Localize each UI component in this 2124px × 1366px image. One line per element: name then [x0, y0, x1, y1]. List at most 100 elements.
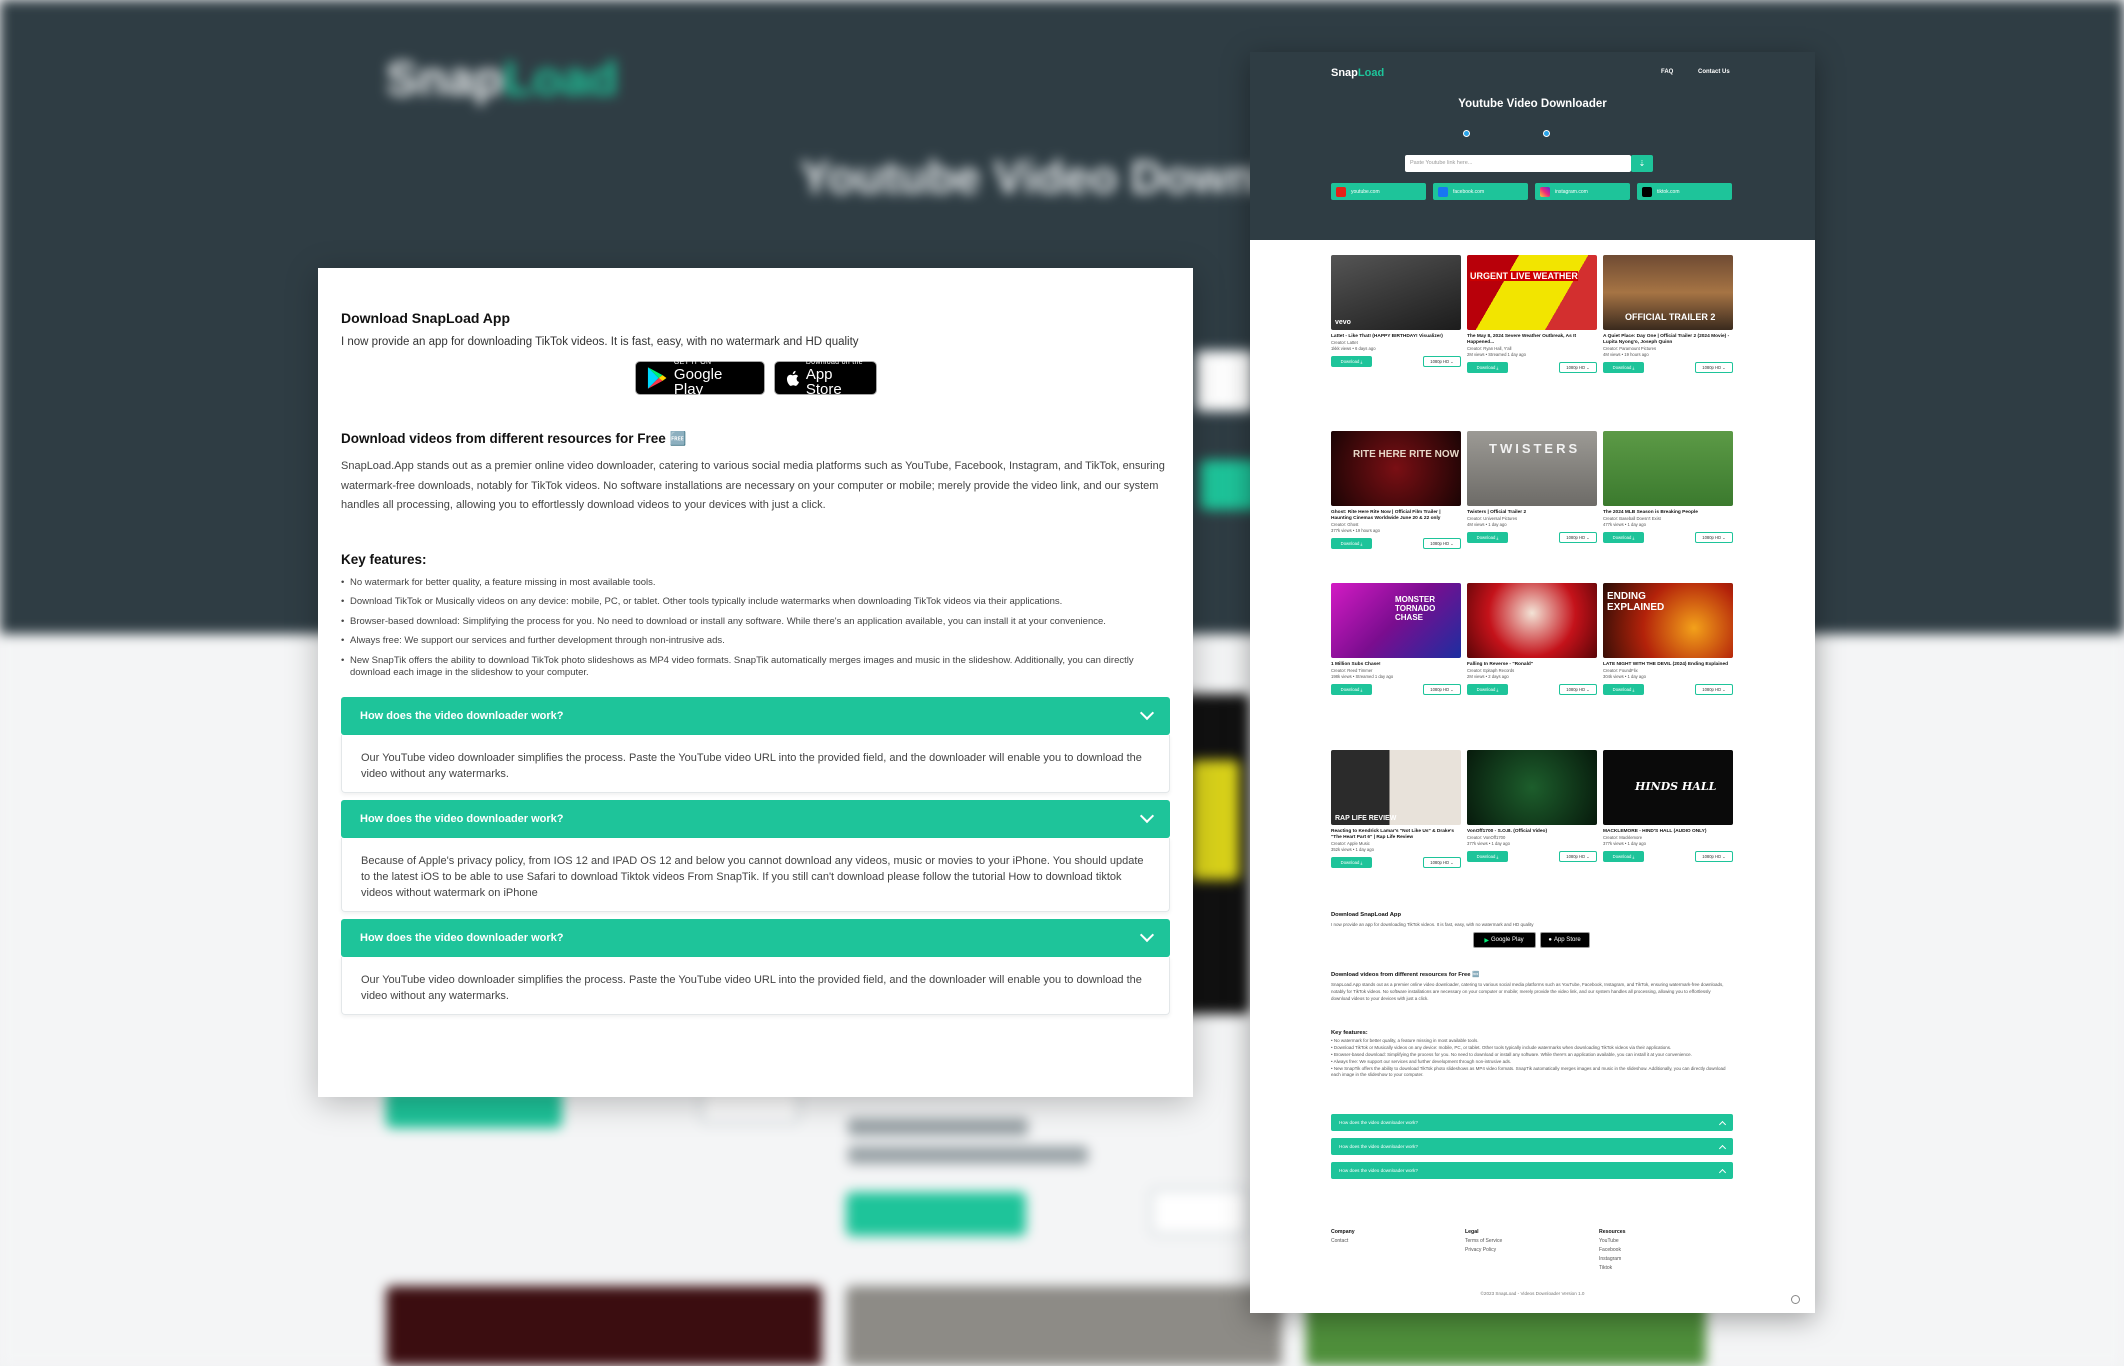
faq-question-1[interactable]: How does the video downloader work?: [341, 696, 1170, 735]
video-card[interactable]: Falling In Reverse - "Ronald" Creator: E…: [1467, 583, 1597, 695]
video-title: The May 8, 2024 Severe Weather Outbreak,…: [1467, 334, 1577, 345]
apple-icon: ●: [1548, 937, 1552, 943]
video-thumbnail[interactable]: vevo: [1331, 255, 1461, 330]
quality-select[interactable]: 1080p HD ⌄: [1423, 857, 1461, 868]
app-store-button[interactable]: Download on the App Store: [773, 359, 877, 397]
source-instagram-button[interactable]: instagram.com: [1535, 183, 1630, 200]
download-button[interactable]: Download ⤓: [1331, 857, 1372, 868]
video-card[interactable]: MONSTER TORNADO CHASE 1 Million Subs Cha…: [1331, 583, 1461, 695]
video-card[interactable]: OFFICIAL TRAILER 2 A Quiet Place: Day On…: [1603, 255, 1733, 373]
faq-question-2[interactable]: How does the video downloader work?: [341, 799, 1170, 838]
video-thumbnail[interactable]: ENDING EXPLAINED: [1603, 583, 1733, 658]
footer-link[interactable]: Privacy Policy: [1465, 1246, 1502, 1255]
video-title: A Quiet Place: Day One | Official Traile…: [1603, 334, 1730, 345]
quality-select[interactable]: 1080p HD ⌄: [1559, 532, 1597, 543]
download-button[interactable]: Download ⤓: [1467, 851, 1508, 862]
video-thumbnail[interactable]: MONSTER TORNADO CHASE: [1331, 583, 1461, 658]
video-card[interactable]: VonOff1700 - S.O.B. (Official Video) Cre…: [1467, 750, 1597, 862]
video-thumbnail[interactable]: OFFICIAL TRAILER 2: [1603, 255, 1733, 330]
apple-icon: [786, 370, 799, 386]
footer-link[interactable]: Terms of Service: [1465, 1237, 1502, 1246]
download-button[interactable]: Download ⤓: [1467, 532, 1508, 543]
download-button[interactable]: Download ⤓: [1603, 684, 1644, 695]
feature-item: New SnapTik offers the ability to downlo…: [341, 655, 1170, 680]
preview-google-play-button[interactable]: ▶ Google Play: [1472, 932, 1536, 948]
chevron-down-icon: [1139, 927, 1155, 943]
video-card[interactable]: TWISTERS Twisters | Official Trailer 2 C…: [1467, 431, 1597, 543]
quality-select[interactable]: 1080p HD ⌄: [1423, 684, 1461, 695]
video-thumbnail[interactable]: [1467, 583, 1597, 658]
quality-select[interactable]: 1080p HD ⌄: [1695, 362, 1733, 373]
video-card[interactable]: URGENT LIVE WEATHER The May 8, 2024 Seve…: [1467, 255, 1597, 373]
video-card[interactable]: ENDING EXPLAINED LATE NIGHT WITH THE DEV…: [1603, 583, 1733, 695]
download-button[interactable]: Download ⤓: [1331, 538, 1372, 549]
download-button[interactable]: Download ⤓: [1467, 362, 1508, 373]
footer-link[interactable]: YouTube: [1599, 1237, 1626, 1246]
video-card[interactable]: RAP LIFE REVIEW Reacting to Kendrick Lam…: [1331, 750, 1461, 868]
footer-resources: Resources YouTube Facebook Instagram Tik…: [1599, 1229, 1626, 1273]
nav-faq-link[interactable]: FAQ: [1661, 69, 1673, 75]
video-card[interactable]: HINDS HALL MACKLEMORE - HIND'S HALL (AUD…: [1603, 750, 1733, 862]
nav-contact-link[interactable]: Contact Us: [1698, 69, 1730, 75]
preview-resources-title: Download videos from different resources…: [1331, 972, 1480, 978]
google-play-icon: ▶: [1484, 937, 1489, 944]
quality-select[interactable]: 1080p HD ⌄: [1559, 684, 1597, 695]
footer-link[interactable]: Contact: [1331, 1237, 1355, 1246]
video-thumbnail[interactable]: HINDS HALL: [1603, 750, 1733, 825]
video-thumbnail[interactable]: TWISTERS: [1467, 431, 1597, 506]
preview-feature-item: • New SnapTik offers the ability to down…: [1331, 1066, 1726, 1077]
preview-faq-item[interactable]: How does the video downloader work?: [1331, 1114, 1733, 1131]
background-quality-button: [1150, 1188, 1250, 1236]
video-thumbnail[interactable]: [1467, 750, 1597, 825]
preview-app-store-button[interactable]: ● App Store: [1539, 932, 1590, 948]
download-button[interactable]: Download ⤓: [1331, 684, 1372, 695]
preview-resources-text: SnapLoad.App stands out as a premier onl…: [1331, 982, 1724, 1001]
quality-select[interactable]: 1080p HD ⌄: [1695, 684, 1733, 695]
preview-faq-item[interactable]: How does the video downloader work?: [1331, 1138, 1733, 1155]
download-button[interactable]: Download ⤓: [1603, 851, 1644, 862]
quality-select[interactable]: 1080p HD ⌄: [1559, 362, 1597, 373]
footer-company: Company Contact: [1331, 1229, 1355, 1246]
preview-faq-item[interactable]: How does the video downloader work?: [1331, 1162, 1733, 1179]
background-thumb: [386, 1286, 822, 1366]
video-thumbnail[interactable]: RAP LIFE REVIEW: [1331, 750, 1461, 825]
video-card[interactable]: RITE HERE RITE NOW Ghost: Rite Here Rite…: [1331, 431, 1461, 549]
download-button[interactable]: Download ⤓: [1603, 362, 1644, 373]
video-thumbnail[interactable]: [1603, 431, 1733, 506]
preview-app-title: Download SnapLoad App: [1331, 912, 1401, 918]
video-title: Ghost: Rite Here Rite Now | Official Fil…: [1331, 510, 1441, 521]
video-card[interactable]: vevo Lattet - Like That! (HAPPY BIRTHDAY…: [1331, 255, 1461, 367]
quality-select[interactable]: 1080p HD ⌄: [1423, 538, 1461, 549]
video-card[interactable]: The 2024 MLB Season is Breaking People C…: [1603, 431, 1733, 543]
google-play-label: Google Play: [673, 366, 723, 398]
preview-logo[interactable]: SnapLoad: [1331, 67, 1384, 79]
download-button[interactable]: Download ⤓: [1467, 684, 1508, 695]
footer-link[interactable]: Instagram: [1599, 1255, 1626, 1264]
quality-select[interactable]: 1080p HD ⌄: [1695, 532, 1733, 543]
footer-link[interactable]: Facebook: [1599, 1246, 1626, 1255]
download-button[interactable]: Download ⤓: [1331, 356, 1372, 367]
background-text-line: [848, 1118, 1028, 1136]
link-input[interactable]: Paste Youtube link here...: [1405, 155, 1631, 172]
feature-item: Browser-based download: Simplifying the …: [341, 616, 1170, 629]
source-tiktok-button[interactable]: tiktok.com: [1637, 183, 1732, 200]
preview-feature-item: • Download TikTok or Musically videos on…: [1331, 1045, 1672, 1050]
video-stats: 377k views • 19 hours ago: [1331, 528, 1380, 533]
footer-link[interactable]: Tiktok: [1599, 1264, 1626, 1273]
download-submit-button[interactable]: ⇣: [1631, 155, 1653, 172]
google-play-button[interactable]: GET IT ON Google Play: [634, 359, 765, 398]
source-facebook-button[interactable]: facebook.com: [1433, 183, 1528, 200]
quality-select[interactable]: 1080p HD ⌄: [1695, 851, 1733, 862]
features-list: No watermark for better quality, a featu…: [341, 577, 1170, 680]
background-text-line: [848, 1146, 1088, 1164]
source-youtube-button[interactable]: youtube.com: [1331, 183, 1426, 200]
download-button[interactable]: Download ⤓: [1603, 532, 1644, 543]
faq-question-3[interactable]: How does the video downloader work?: [341, 918, 1170, 957]
google-play-icon: [647, 367, 666, 389]
video-thumbnail[interactable]: RITE HERE RITE NOW: [1331, 431, 1461, 506]
quality-select[interactable]: 1080p HD ⌄: [1423, 356, 1461, 367]
settings-icon[interactable]: [1791, 1295, 1800, 1304]
chevron-down-icon: [1139, 808, 1155, 824]
quality-select[interactable]: 1080p HD ⌄: [1559, 851, 1597, 862]
video-thumbnail[interactable]: URGENT LIVE WEATHER: [1467, 255, 1597, 330]
